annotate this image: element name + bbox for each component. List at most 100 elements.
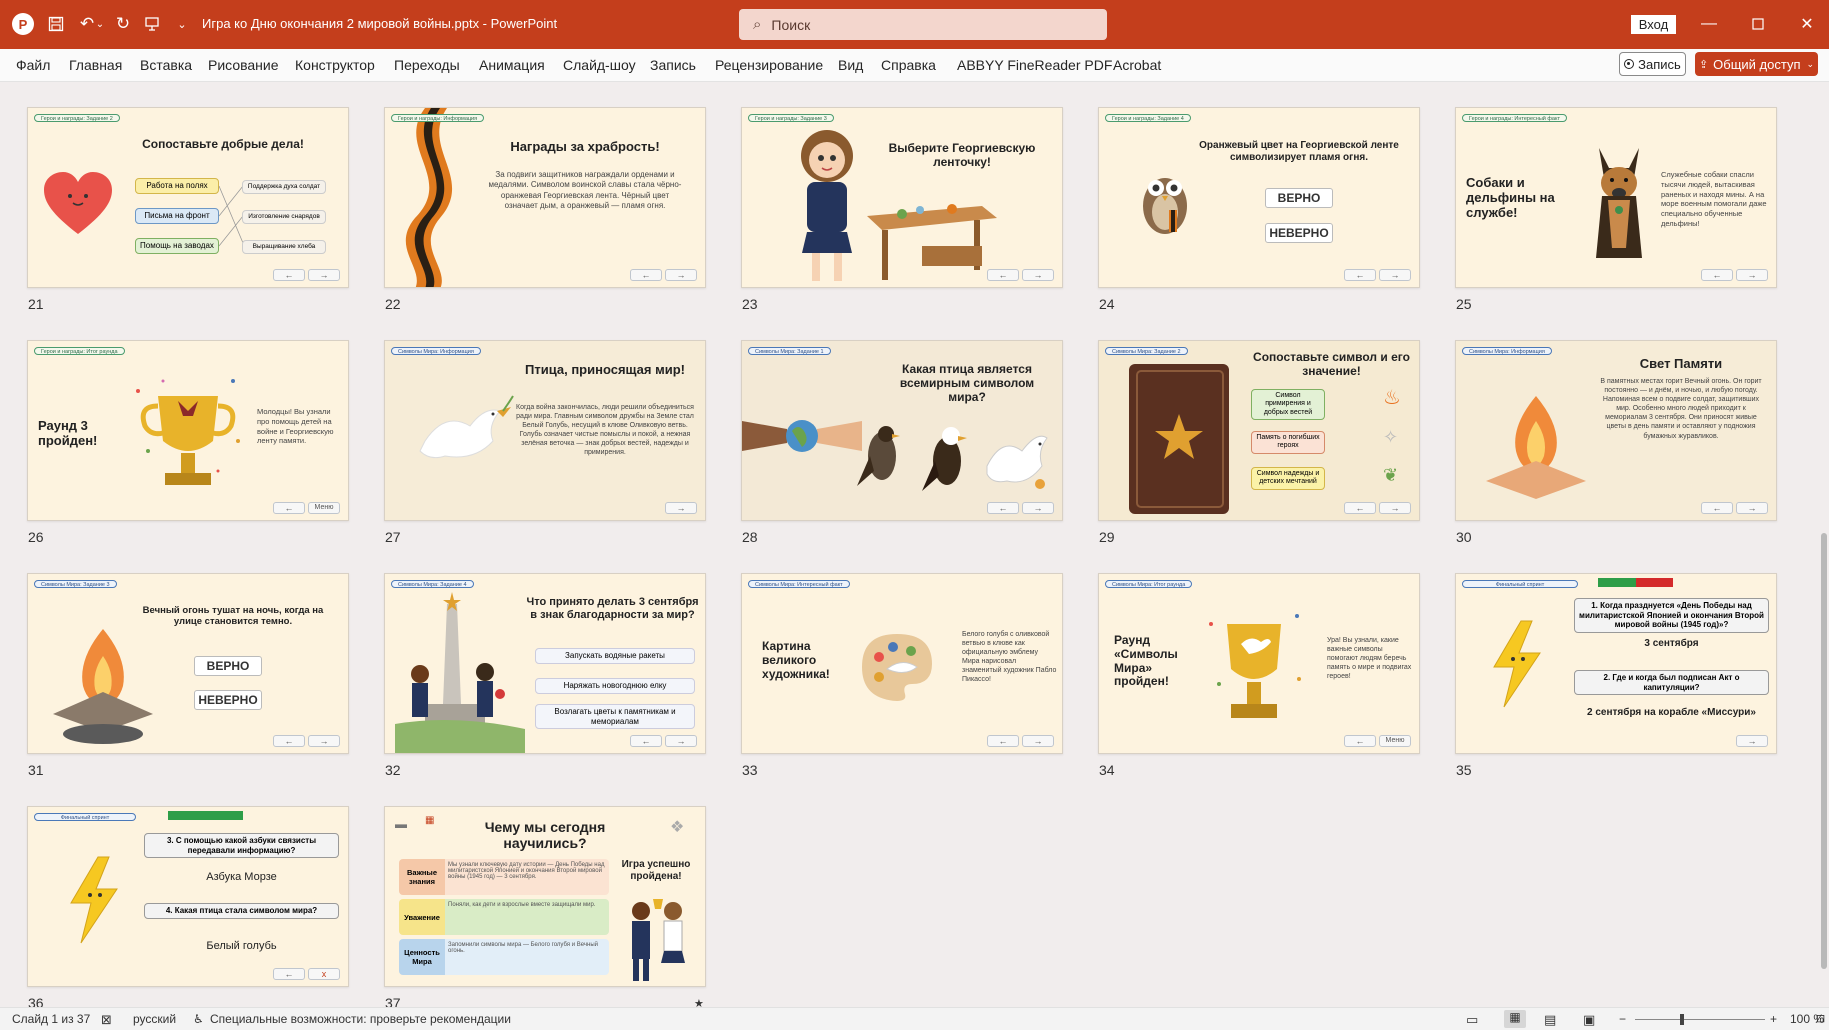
tab-slideshow[interactable]: Слайд-шоу [563, 57, 636, 73]
slide-thumbnail-36[interactable]: Финальный спринт 3. С помощью какой азбу… [27, 806, 349, 987]
next-button[interactable]: → [1379, 502, 1411, 514]
match-left-item[interactable]: Работа на полях [135, 178, 219, 194]
true-option-button[interactable]: ВЕРНО [1265, 188, 1333, 208]
prev-button[interactable]: ← [630, 269, 662, 281]
prev-button[interactable]: ← [1344, 502, 1376, 514]
zoom-slider[interactable] [1635, 1014, 1765, 1025]
tab-transitions[interactable]: Переходы [394, 57, 460, 73]
slide-thumbnail-23[interactable]: Герои и награды: Задание 3 Выберите Геор… [741, 107, 1063, 288]
minimize-icon[interactable]: — [1697, 12, 1721, 36]
save-icon[interactable] [44, 12, 68, 36]
next-button[interactable]: → [1736, 269, 1768, 281]
slide-thumbnail-35[interactable]: Финальный спринт 1. Когда празднуется «Д… [1455, 573, 1777, 754]
prev-button[interactable]: ← [273, 968, 305, 980]
zoom-in-icon[interactable]: + [1770, 1012, 1777, 1026]
share-button[interactable]: ⇪ Общий доступ ⌄ [1695, 52, 1818, 76]
match-item[interactable]: Символ примирения и добрых вестей [1251, 389, 1325, 421]
search-input[interactable]: ⌕ Поиск [739, 9, 1107, 40]
next-button[interactable]: → [665, 269, 697, 281]
prev-button[interactable]: ← [1344, 735, 1376, 747]
false-option-button[interactable]: НЕВЕРНО [1265, 223, 1333, 243]
prev-button[interactable]: ← [1344, 269, 1376, 281]
record-button[interactable]: Запись [1619, 52, 1686, 76]
presentation-start-icon[interactable] [140, 12, 164, 36]
tab-home[interactable]: Главная [69, 57, 122, 73]
zoom-out-icon[interactable]: − [1619, 1012, 1626, 1026]
next-button[interactable]: → [665, 735, 697, 747]
prev-button[interactable]: ← [1701, 269, 1733, 281]
answer-option[interactable]: Запускать водяные ракеты [535, 648, 695, 664]
close-button[interactable]: x [308, 968, 340, 980]
prev-button[interactable]: ← [273, 269, 305, 281]
next-button[interactable]: → [1022, 269, 1054, 281]
slide-thumbnail-28[interactable]: Символы Мира: Задание 1 Какая птица явля… [741, 340, 1063, 521]
slide-thumbnail-24[interactable]: Герои и награды: Задание 4 Оранжевый цве… [1098, 107, 1420, 288]
maximize-icon[interactable] [1746, 12, 1770, 36]
prev-button[interactable]: ← [987, 735, 1019, 747]
slide-sorter-view-icon[interactable]: ▦ [1504, 1010, 1526, 1028]
tab-draw[interactable]: Рисование [208, 57, 279, 73]
match-left-item[interactable]: Помощь на заводах [135, 238, 219, 254]
next-button[interactable]: → [308, 269, 340, 281]
prev-button[interactable]: ← [273, 735, 305, 747]
false-option-button[interactable]: НЕВЕРНО [194, 690, 262, 710]
slide-thumbnail-29[interactable]: Символы Мира: Задание 2 Сопоставьте симв… [1098, 340, 1420, 521]
prev-button[interactable]: ← [1701, 502, 1733, 514]
menu-button[interactable]: Меню [1379, 735, 1411, 747]
normal-view-icon[interactable]: ▭ [1466, 1012, 1478, 1028]
match-left-item[interactable]: Письма на фронт [135, 208, 219, 224]
scrollbar-thumb[interactable] [1821, 533, 1827, 969]
language-indicator[interactable]: русский [133, 1012, 176, 1026]
match-item[interactable]: Память о погибших героях [1251, 431, 1325, 454]
next-button[interactable]: → [308, 735, 340, 747]
prev-button[interactable]: ← [987, 502, 1019, 514]
match-right-item[interactable]: Изготовление снарядов [242, 210, 326, 224]
slide-thumbnail-34[interactable]: Символы Мира: Итог раунда Раунд «Символы… [1098, 573, 1420, 754]
true-option-button[interactable]: ВЕРНО [194, 656, 262, 676]
slide-thumbnail-32[interactable]: Символы Мира: Задание 4 Что принято дела… [384, 573, 706, 754]
slide-thumbnail-31[interactable]: Символы Мира: Задание 3 Вечный огонь туш… [27, 573, 349, 754]
prev-button[interactable]: ← [273, 502, 305, 514]
tab-insert[interactable]: Вставка [140, 57, 192, 73]
slide-thumbnail-25[interactable]: Герои и награды: Интересный факт Собаки … [1455, 107, 1777, 288]
menu-button[interactable]: Меню [308, 502, 340, 514]
tab-acrobat[interactable]: Acrobat [1113, 57, 1161, 73]
tab-design[interactable]: Конструктор [295, 57, 375, 73]
tab-record[interactable]: Запись [650, 57, 696, 73]
close-icon[interactable]: ✕ [1795, 12, 1819, 36]
slide-thumbnail-21[interactable]: Герои и награды: Задание 2 Сопоставьте д… [27, 107, 349, 288]
tab-help[interactable]: Справка [881, 57, 936, 73]
next-button[interactable]: → [1022, 502, 1054, 514]
next-button[interactable]: → [1736, 735, 1768, 747]
next-button[interactable]: → [1379, 269, 1411, 281]
answer-option[interactable]: Наряжать новогоднюю елку [535, 678, 695, 694]
tab-file[interactable]: Файл [16, 57, 50, 73]
tab-view[interactable]: Вид [838, 57, 863, 73]
slide-thumbnail-27[interactable]: Символы Мира: Информация Птица, приносящ… [384, 340, 706, 521]
tab-animations[interactable]: Анимация [479, 57, 545, 73]
redo-icon[interactable]: ↻ [111, 12, 135, 36]
next-button[interactable]: → [1736, 502, 1768, 514]
prev-button[interactable]: ← [987, 269, 1019, 281]
signin-button[interactable]: Вход [1631, 15, 1676, 34]
fit-to-window-icon[interactable]: ⊡ [1816, 1012, 1825, 1025]
reading-view-icon[interactable]: ▤ [1544, 1012, 1556, 1028]
slide-thumbnail-30[interactable]: Символы Мира: Информация Свет Памяти В п… [1455, 340, 1777, 521]
match-right-item[interactable]: Поддержка духа солдат [242, 180, 326, 194]
slide-thumbnail-26[interactable]: Герои и награды: Итог раунда Раунд 3 про… [27, 340, 349, 521]
answer-option[interactable]: Возлагать цветы к памятникам и мемориала… [535, 704, 695, 730]
match-right-item[interactable]: Выращивание хлеба [242, 240, 326, 254]
tab-abbyy[interactable]: ABBYY FineReader PDF [957, 57, 1112, 73]
prev-button[interactable]: ← [630, 735, 662, 747]
next-button[interactable]: → [665, 502, 697, 514]
next-button[interactable]: → [1022, 735, 1054, 747]
slide-thumbnail-33[interactable]: Символы Мира: Интересный факт Картина ве… [741, 573, 1063, 754]
undo-dropdown-icon[interactable]: ⌄ [93, 12, 107, 36]
accessibility-status[interactable]: Специальные возможности: проверьте реком… [210, 1012, 511, 1026]
match-item[interactable]: Символ надежды и детских мечтаний [1251, 467, 1325, 490]
slide-thumbnail-22[interactable]: Герои и награды: Информация Награды за х… [384, 107, 706, 288]
slideshow-view-icon[interactable]: ▣ [1583, 1012, 1595, 1028]
vertical-scrollbar[interactable] [1818, 83, 1829, 1007]
spellcheck-icon[interactable]: ⊠ [101, 1012, 112, 1028]
tab-review[interactable]: Рецензирование [715, 57, 823, 73]
